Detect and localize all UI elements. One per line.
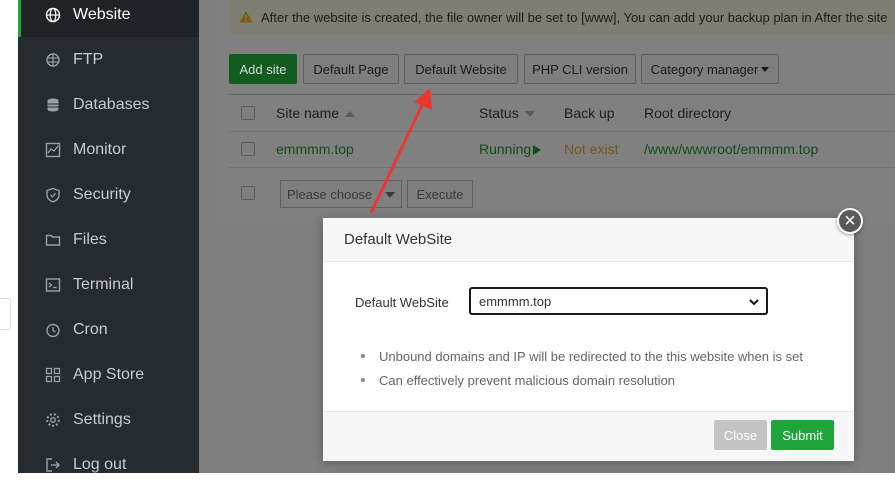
submit-button[interactable]: Submit xyxy=(771,420,834,450)
sidebar: Website FTP Databases Monitor Security F… xyxy=(18,0,199,473)
bullet-dot xyxy=(361,354,365,358)
left-edge-tab[interactable] xyxy=(0,298,11,330)
batch-select-placeholder: Please choose xyxy=(287,186,373,202)
note-text: Unbound domains and IP will be redirecte… xyxy=(379,348,803,364)
default-website-button[interactable]: Default Website xyxy=(404,54,518,84)
sidebar-item-label: Security xyxy=(73,185,131,203)
play-icon xyxy=(533,145,542,156)
close-icon[interactable]: × xyxy=(837,208,863,234)
list-item: Unbound domains and IP will be redirecte… xyxy=(361,344,803,368)
header-site-name-label: Site name xyxy=(276,105,340,121)
sidebar-item-label: Monitor xyxy=(73,140,127,158)
note-text: Can effectively prevent malicious domain… xyxy=(379,372,676,388)
dialog-notes: Unbound domains and IP will be redirecte… xyxy=(361,344,803,392)
globe-icon xyxy=(45,7,61,23)
sidebar-item-label: Files xyxy=(73,230,107,248)
header-root-directory: Root directory xyxy=(644,105,732,121)
sidebar-item-terminal[interactable]: Terminal xyxy=(18,262,199,307)
select-all-checkbox[interactable] xyxy=(241,106,255,120)
category-manager-button[interactable]: Category manager xyxy=(641,54,779,84)
sidebar-item-label: Website xyxy=(73,5,131,23)
root-directory-link[interactable]: /www/wwwroot/emmmm.top xyxy=(644,141,818,157)
header-site-name[interactable]: Site name xyxy=(276,105,356,121)
grid-icon xyxy=(45,367,61,383)
default-page-button[interactable]: Default Page xyxy=(303,54,399,84)
default-website-dialog: Default WebSite Default WebSite emmmm.to… xyxy=(323,218,854,461)
header-status-label: Status xyxy=(479,105,519,121)
monitor-icon xyxy=(45,142,61,158)
site-panel: After the website is created, the file o… xyxy=(214,0,895,225)
batch-action-select[interactable]: Please choose xyxy=(280,180,402,208)
sidebar-item-label: Databases xyxy=(73,95,150,113)
clock-icon xyxy=(45,322,61,338)
left-edge-strip xyxy=(0,0,18,473)
dialog-title: Default WebSite xyxy=(344,231,453,248)
dialog-header: Default WebSite xyxy=(323,218,854,262)
sidebar-item-label: Terminal xyxy=(73,275,134,293)
status-toggle[interactable]: Running xyxy=(479,141,542,157)
status-label: Running xyxy=(479,141,532,157)
shield-icon xyxy=(45,187,61,203)
default-website-selected-value: emmmm.top xyxy=(479,293,552,309)
sidebar-item-settings[interactable]: Settings xyxy=(18,397,199,442)
sort-up-icon xyxy=(345,111,356,118)
sidebar-item-label: FTP xyxy=(73,50,104,68)
sidebar-item-monitor[interactable]: Monitor xyxy=(18,127,199,172)
sidebar-item-security[interactable]: Security xyxy=(18,172,199,217)
sidebar-item-databases[interactable]: Databases xyxy=(18,82,199,127)
gear-icon xyxy=(45,412,61,428)
sidebar-item-label: Log out xyxy=(73,455,127,473)
category-manager-label: Category manager xyxy=(650,61,759,77)
sidebar-item-files[interactable]: Files xyxy=(18,217,199,262)
bullet-dot xyxy=(361,378,365,382)
add-site-button[interactable]: Add site xyxy=(229,54,297,84)
folder-icon xyxy=(45,232,61,248)
batch-checkbox[interactable] xyxy=(241,186,255,200)
batch-bar: Please choose Execute xyxy=(229,178,895,210)
sidebar-item-app-store[interactable]: App Store xyxy=(18,352,199,397)
chevron-down-icon xyxy=(385,192,395,198)
php-cli-version-button[interactable]: PHP CLI version xyxy=(524,54,636,84)
default-website-label: Default WebSite xyxy=(355,295,449,310)
chevron-down-icon xyxy=(749,299,759,306)
sidebar-item-label: Settings xyxy=(73,410,131,428)
sidebar-item-website[interactable]: Website xyxy=(18,0,199,37)
terminal-icon xyxy=(45,277,61,293)
sidebar-item-label: Cron xyxy=(73,320,108,338)
table-header-row: Site name Status Back up Root directory xyxy=(229,95,895,132)
header-status[interactable]: Status xyxy=(479,105,535,121)
sidebar-item-logout[interactable]: Log out xyxy=(18,442,199,487)
database-icon xyxy=(45,97,61,113)
close-button[interactable]: Close xyxy=(714,420,767,450)
sidebar-item-label: App Store xyxy=(73,365,145,383)
execute-button[interactable]: Execute xyxy=(407,180,473,208)
caret-down-icon xyxy=(761,66,770,72)
dialog-footer: Close Submit xyxy=(323,411,854,461)
default-website-select[interactable]: emmmm.top xyxy=(469,287,768,315)
sort-down-icon xyxy=(524,111,535,118)
warning-icon xyxy=(239,10,253,24)
logout-icon xyxy=(45,457,61,473)
sidebar-item-cron[interactable]: Cron xyxy=(18,307,199,352)
site-name-link[interactable]: emmmm.top xyxy=(276,141,354,157)
notice-bar: After the website is created, the file o… xyxy=(229,0,895,34)
table-row: emmmm.top Running Not exist /www/wwwroot… xyxy=(229,131,895,168)
sidebar-item-ftp[interactable]: FTP xyxy=(18,37,199,82)
row-checkbox[interactable] xyxy=(241,142,255,156)
backup-status-link[interactable]: Not exist xyxy=(564,141,618,157)
header-backup: Back up xyxy=(564,105,615,121)
ftp-icon xyxy=(45,52,61,68)
site-table: Site name Status Back up Root directory … xyxy=(229,94,895,170)
notice-text: After the website is created, the file o… xyxy=(261,9,888,25)
list-item: Can effectively prevent malicious domain… xyxy=(361,368,803,392)
